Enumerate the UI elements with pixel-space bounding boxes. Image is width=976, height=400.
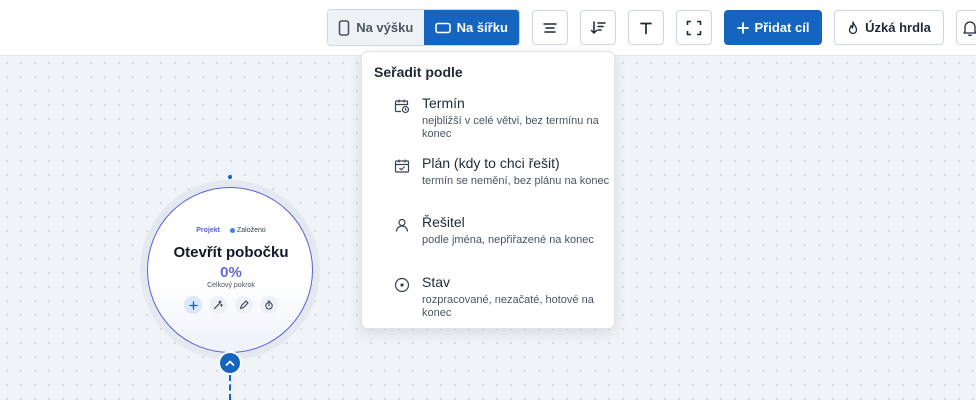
sort-option-deadline[interactable]: Termín nejbližší v celé větvi, bez termí… (394, 95, 608, 143)
portrait-icon (338, 19, 350, 36)
sort-option-label: Stav (422, 274, 451, 290)
fullscreen-icon (686, 20, 702, 35)
bottlenecks-label: Úzká hrdla (865, 20, 931, 35)
node-progress: 0% (220, 264, 242, 281)
toolbar: Na výšku Na šířku Přidat cíl Úzká hrdla (0, 0, 976, 56)
flame-icon (848, 20, 858, 34)
bottlenecks-button[interactable]: Úzká hrdla (834, 10, 944, 45)
sort-option-label: Termín (422, 95, 465, 111)
node-collapse-button[interactable] (220, 353, 240, 373)
notifications-button[interactable] (956, 10, 976, 45)
status-circle-icon (394, 277, 410, 293)
add-goal-label: Přidat cíl (754, 20, 810, 35)
sort-button[interactable] (580, 10, 616, 45)
pencil-icon (239, 300, 249, 310)
node-anchor-dot (228, 175, 232, 179)
chevron-up-icon (225, 360, 235, 366)
calendar-check-icon (394, 159, 410, 173)
node-edit-button[interactable] (234, 296, 253, 314)
goal-node[interactable]: Projekt Založeno Otevřít pobočku 0% Celk… (147, 187, 313, 353)
align-center-icon (543, 22, 557, 33)
node-actions (184, 296, 278, 314)
sort-option-status[interactable]: Stav rozpracované, nezačaté, hotové na k… (394, 274, 608, 322)
sort-option-plan[interactable]: Plán (kdy to chci řešit) termín se neměn… (394, 155, 609, 203)
add-goal-button[interactable]: Přidat cíl (724, 10, 822, 45)
calendar-clock-icon (394, 99, 410, 114)
user-icon (395, 218, 409, 232)
sort-option-description: termín se nemění, bez plánu na konec (422, 175, 610, 187)
status-dot-icon (229, 228, 235, 233)
sort-option-assignee[interactable]: Řešitel podle jména, nepřiřazené na kone… (395, 214, 608, 262)
node-magic-button[interactable] (209, 296, 228, 314)
landscape-icon (434, 22, 451, 33)
layout-horizontal-button[interactable]: Na šířku (423, 10, 519, 45)
sort-menu: Seřadit podle Termín nejbližší v celé vě… (361, 51, 615, 329)
sort-option-description: rozpracované, nezačaté, hotové na konec (422, 294, 594, 319)
align-button[interactable] (532, 10, 568, 45)
node-tags: Projekt Založeno (148, 227, 314, 234)
layout-horizontal-label: Na šířku (456, 20, 508, 35)
node-title: Otevřít pobočku (173, 244, 289, 261)
sort-menu-title: Seřadit podle (374, 64, 463, 80)
node-status-tag: Založeno (229, 227, 266, 234)
timer-icon (265, 300, 273, 310)
fullscreen-button[interactable] (676, 10, 712, 45)
node-type-tag: Projekt (196, 227, 220, 234)
sort-option-description: nejbližší v celé větvi, bez termínu na k… (422, 115, 599, 140)
layout-toggle: Na výšku Na šířku (327, 9, 520, 46)
layout-vertical-button[interactable]: Na výšku (328, 10, 424, 45)
sort-option-label: Řešitel (422, 214, 465, 230)
plus-icon (188, 300, 198, 310)
plus-icon (736, 21, 749, 34)
layout-vertical-label: Na výšku (356, 20, 414, 35)
sort-descending-icon (590, 20, 606, 34)
node-status-label: Založeno (236, 227, 266, 234)
node-add-child-button[interactable] (184, 296, 202, 314)
sort-option-description: podle jména, nepřiřazené na konec (422, 234, 594, 246)
text-icon (640, 22, 652, 34)
node-connector-line (229, 375, 231, 400)
magic-wand-icon (214, 300, 224, 310)
bell-icon (963, 20, 976, 36)
node-progress-caption: Celkový pokrok (207, 282, 255, 289)
node-timer-button[interactable] (259, 296, 278, 314)
text-button[interactable] (628, 10, 664, 45)
sort-option-label: Plán (kdy to chci řešit) (422, 155, 560, 171)
